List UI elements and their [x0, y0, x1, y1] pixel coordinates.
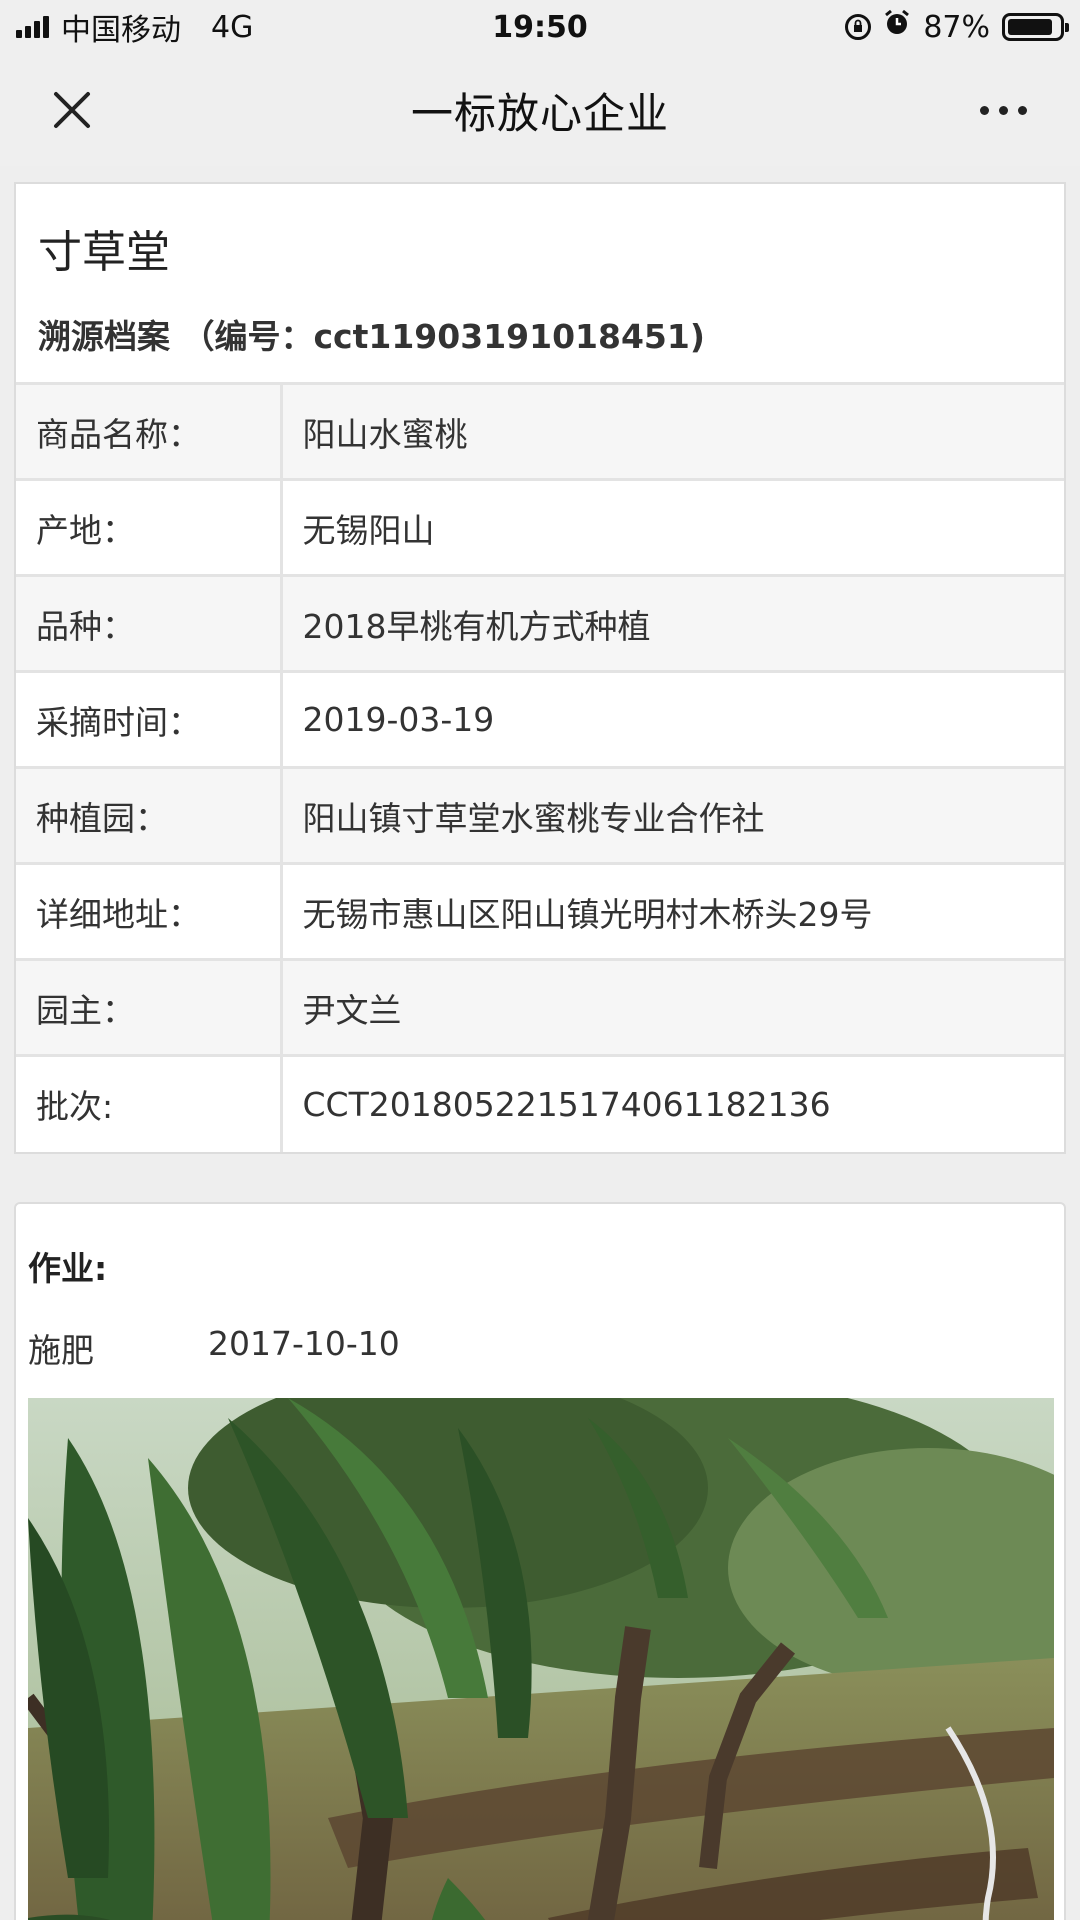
- card-header: 寸草堂 溯源档案 （编号：cct11903191018451): [16, 184, 1064, 382]
- info-row: 批次: CCT2018052215174061182136: [16, 1054, 1064, 1152]
- operation-item: 施肥 2017-10-10: [28, 1324, 1052, 1372]
- info-value: CCT2018052215174061182136: [281, 1054, 1064, 1152]
- info-row: 详细地址： 无锡市惠山区阳山镇光明村木桥头29号: [16, 862, 1064, 960]
- status-left: 中国移动 4G: [16, 5, 253, 49]
- info-table: 商品名称： 阳山水蜜桃 产地： 无锡阳山 品种： 2018早桃有机方式种植 采摘时间： 201…: [16, 382, 1064, 1152]
- info-label: 详细地址：: [16, 862, 283, 960]
- close-icon: [54, 92, 90, 128]
- operation-name: 施肥: [28, 1331, 94, 1370]
- battery-percent: 87%: [923, 9, 990, 45]
- info-label: 品种：: [16, 574, 283, 672]
- more-button[interactable]: [968, 84, 1038, 136]
- archive-number: 溯源档案 （编号：cct11903191018451): [38, 317, 705, 356]
- page-title: 一标放心企业: [410, 88, 669, 138]
- battery-icon: [1002, 13, 1069, 41]
- info-value: 2019-03-19: [281, 670, 1064, 768]
- more-icon: [979, 105, 989, 115]
- status-bar: 中国移动 4G 19:50 87%: [0, 0, 1080, 54]
- info-row: 品种： 2018早桃有机方式种植: [16, 574, 1064, 672]
- traceability-card: 寸草堂 溯源档案 （编号：cct11903191018451) 商品名称： 阳山水…: [14, 182, 1066, 1154]
- signal-icon: [16, 16, 49, 38]
- info-label: 批次:: [16, 1054, 283, 1152]
- orchard-photo: [28, 1398, 1054, 1920]
- company-name: 寸草堂: [38, 227, 170, 278]
- battery-level: [1008, 19, 1052, 35]
- operation-date: 2017-10-10: [208, 1324, 400, 1363]
- info-row: 园主： 尹文兰: [16, 958, 1064, 1056]
- rotation-lock-icon: [845, 14, 872, 40]
- info-row: 采摘时间： 2019-03-19: [16, 670, 1064, 768]
- status-right: 87%: [845, 9, 1069, 45]
- info-value: 尹文兰: [281, 958, 1064, 1056]
- alarm-icon: [883, 9, 911, 45]
- info-row: 产地： 无锡阳山: [16, 478, 1064, 576]
- info-value: 无锡阳山: [281, 478, 1064, 576]
- operations-card: 作业: 施肥 2017-10-10: [14, 1202, 1066, 1920]
- nav-bar: 一标放心企业: [0, 54, 1080, 166]
- more-icon: [998, 105, 1008, 115]
- operations-title: 作业:: [28, 1249, 108, 1288]
- info-value: 2018早桃有机方式种植: [281, 574, 1064, 672]
- info-label: 采摘时间：: [16, 670, 283, 768]
- info-row: 商品名称： 阳山水蜜桃: [16, 382, 1064, 480]
- more-icon: [1017, 105, 1027, 115]
- info-label: 园主：: [16, 958, 283, 1056]
- network-label: 4G: [211, 9, 254, 45]
- close-button[interactable]: [44, 82, 100, 138]
- info-row: 种植园： 阳山镇寸草堂水蜜桃专业合作社: [16, 766, 1064, 864]
- info-value: 阳山水蜜桃: [281, 382, 1064, 480]
- info-value: 无锡市惠山区阳山镇光明村木桥头29号: [281, 862, 1064, 960]
- info-label: 商品名称：: [16, 382, 283, 480]
- info-label: 产地：: [16, 478, 283, 576]
- info-label: 种植园：: [16, 766, 283, 864]
- info-value: 阳山镇寸草堂水蜜桃专业合作社: [281, 766, 1064, 864]
- carrier-label: 中国移动: [61, 13, 181, 48]
